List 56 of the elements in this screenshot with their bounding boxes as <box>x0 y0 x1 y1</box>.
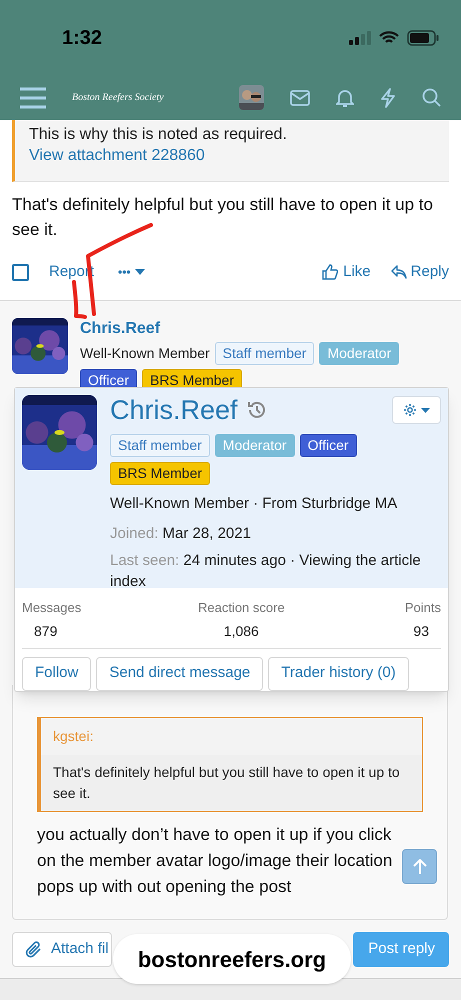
scroll-top-button[interactable] <box>402 849 437 884</box>
settings-icon <box>403 403 417 417</box>
search-icon[interactable] <box>422 88 441 107</box>
stat-label: Reaction score <box>198 599 285 617</box>
user-badge: Staff member <box>110 434 210 457</box>
reply-button[interactable]: Reply <box>390 260 449 284</box>
member-name[interactable]: Chris.Reef <box>110 395 238 425</box>
post-reply-button[interactable]: Post reply <box>353 932 449 967</box>
caret-icon <box>134 269 145 275</box>
url-bar[interactable]: bostonreefers.org <box>113 934 351 984</box>
joined-date: Mar 28, 2021 <box>162 524 251 542</box>
quote-text: This is why this is noted as required. View attachment 228860 <box>29 125 288 166</box>
stat-label: Points <box>404 599 441 617</box>
stat-label: Messages <box>22 599 82 617</box>
quote-author: kgstei: <box>52 727 94 746</box>
last-seen: Last seen: 24 minutes ago · Viewing the article index <box>110 551 422 592</box>
select-checkbox[interactable] <box>12 264 29 280</box>
caret-icon <box>421 408 430 412</box>
stat-value: 93 <box>412 622 430 640</box>
post-text: That's definitely helpful but you still have to open it up to see it. <box>11 194 434 241</box>
like-button[interactable]: Like <box>322 260 371 284</box>
history-icon <box>246 399 268 421</box>
user-avatar[interactable] <box>239 85 264 110</box>
member-action-button[interactable]: Follow <box>22 656 92 690</box>
site-logo[interactable]: Boston Reefers Society <box>72 90 164 105</box>
lightning-icon[interactable] <box>380 88 396 108</box>
mail-icon[interactable] <box>290 90 310 106</box>
attach-files-button[interactable]: Attach fil <box>12 932 112 967</box>
battery-icon <box>407 30 439 46</box>
author-name[interactable]: Chris.Reef <box>80 318 449 340</box>
reply-text[interactable]: you actually don’t have to open it up if you click on the member avatar logo/image their location pops up with out opening the post <box>13 812 447 900</box>
signal-icon <box>349 30 371 44</box>
user-title: Well-Known Member <box>80 344 210 363</box>
user-badge: Officer <box>300 434 357 457</box>
stat-value: 879 <box>33 622 58 640</box>
quote-text: That's definitely helpful but you still have to open it up to see it. <box>41 755 422 811</box>
joined-label: Joined: <box>110 524 158 542</box>
status-time: 1:32 <box>62 26 102 50</box>
user-badge: Moderator <box>214 434 295 457</box>
thumbs-up-icon <box>322 264 338 280</box>
user-badge: Moderator <box>319 342 400 365</box>
wifi-icon <box>379 30 399 44</box>
menu-icon[interactable] <box>20 86 46 108</box>
paperclip-icon <box>25 940 43 958</box>
arrow-up-icon <box>412 858 426 874</box>
settings-menu-button[interactable] <box>392 396 441 424</box>
member-action-button[interactable]: Send direct message <box>96 656 264 690</box>
stat-value: 1,086 <box>222 622 260 640</box>
more-menu[interactable]: ••• <box>118 263 145 281</box>
member-info: Well-Known Member · From Sturbridge MA <box>110 494 398 514</box>
bell-icon[interactable] <box>336 88 354 108</box>
user-badge: Staff member <box>214 342 314 365</box>
user-badge: BRS Member <box>110 462 210 485</box>
reply-icon <box>390 265 407 279</box>
member-action-button[interactable]: Trader history (0) <box>268 656 409 690</box>
attachment-link[interactable]: View attachment 228860 <box>29 147 205 164</box>
